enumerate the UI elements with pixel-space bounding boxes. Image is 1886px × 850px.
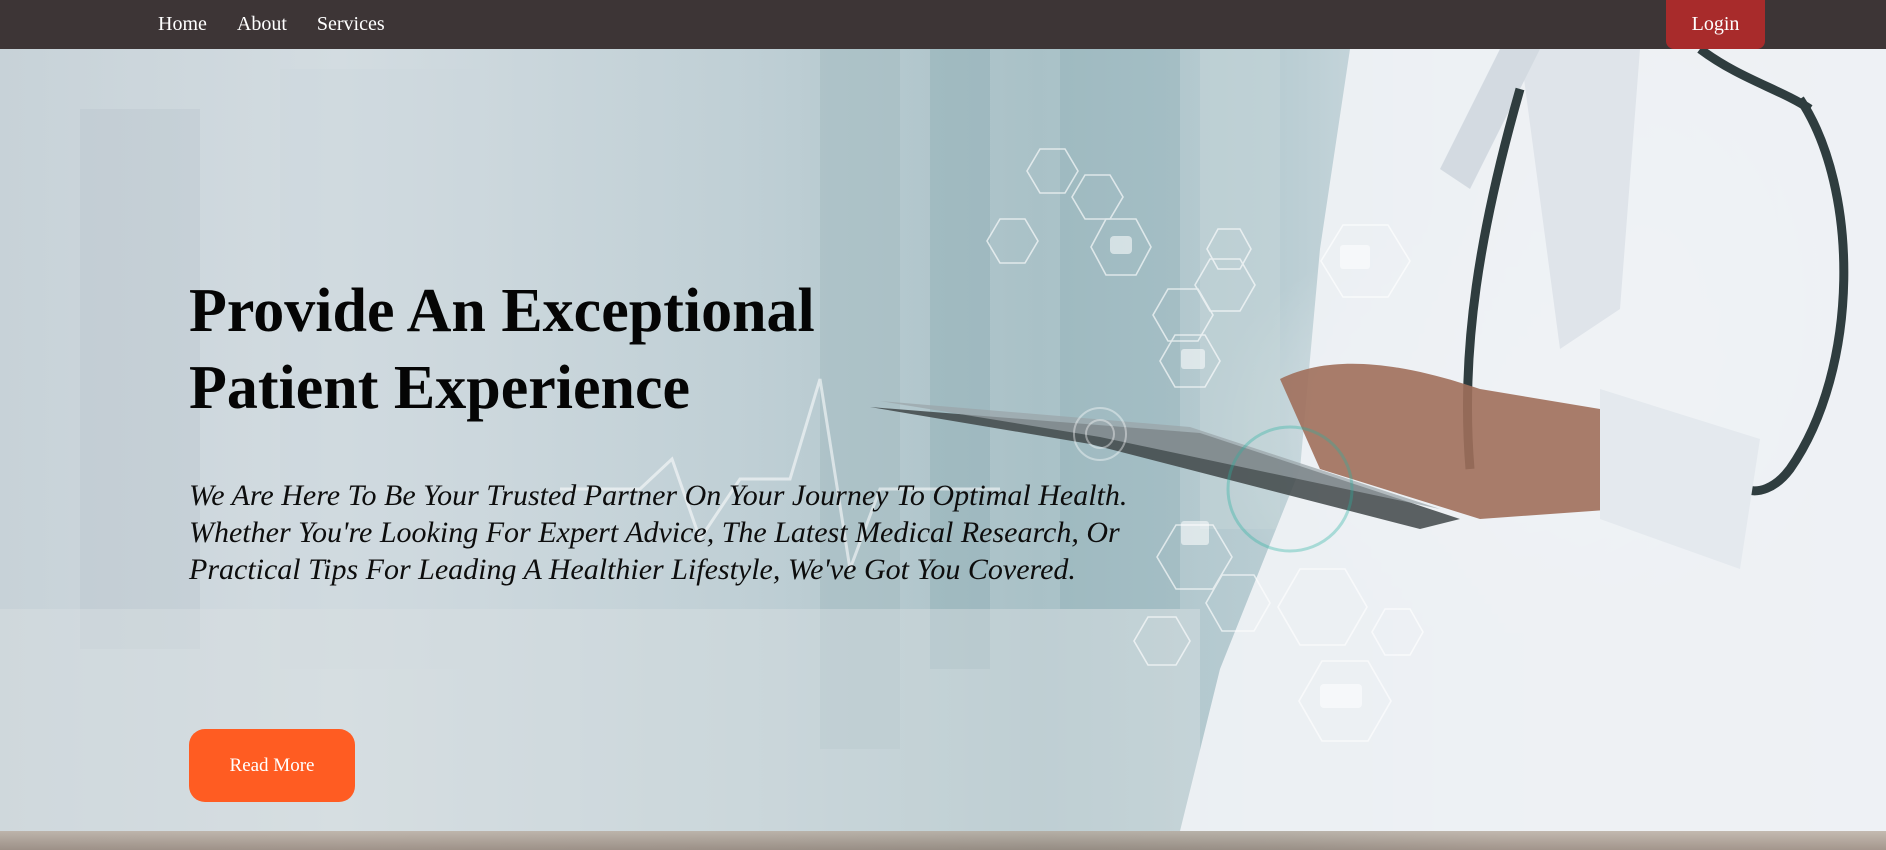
nav-link-services[interactable]: Services [317,13,385,36]
nav-link-about[interactable]: About [237,13,287,36]
hero-title-line-2: Patient Experience [189,354,691,422]
hero-subtitle: We Are Here To Be Your Trusted Partner O… [189,479,1128,586]
hero-title-line-1: Provide An Exceptional [189,277,815,345]
hero-bottom-strip [0,831,1886,850]
nav-links: Home About Services [158,0,385,49]
hero-title: Provide An Exceptional Patient Experience [189,273,989,427]
read-more-button[interactable]: Read More [189,729,355,802]
hero-section: Provide An Exceptional Patient Experience… [0,49,1886,850]
nav-link-home[interactable]: Home [158,13,207,36]
top-navbar: Home About Services Login [0,0,1886,49]
login-button[interactable]: Login [1666,0,1765,49]
